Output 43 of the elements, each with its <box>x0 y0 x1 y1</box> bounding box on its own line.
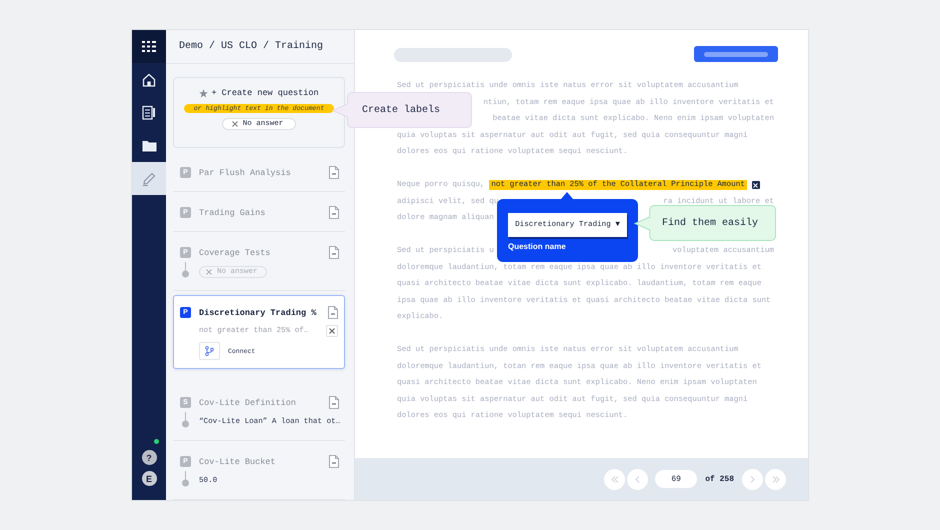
double-chevron-left-icon <box>610 476 619 482</box>
question-title: Coverage Tests <box>199 248 272 258</box>
question-title: Trading Gains <box>199 208 266 218</box>
close-icon <box>329 328 335 334</box>
menu-button[interactable] <box>132 30 166 63</box>
close-icon <box>232 121 238 127</box>
question-title: Discretionary Trading % <box>199 308 318 318</box>
connect-button[interactable] <box>199 342 220 360</box>
document-icon <box>329 396 339 409</box>
connector-line <box>182 470 189 486</box>
field-label: Question name <box>508 242 567 251</box>
star-icon <box>199 88 208 98</box>
folder-icon <box>142 140 156 152</box>
clear-button[interactable] <box>326 324 338 336</box>
document-icon <box>329 455 339 468</box>
question-title: Cov-Lite Bucket <box>199 456 277 466</box>
avatar[interactable]: E <box>142 471 156 486</box>
connector-line <box>182 412 189 428</box>
question-title: Par Flush Analysis <box>199 168 292 178</box>
pen-icon <box>142 172 156 186</box>
close-icon <box>206 268 212 274</box>
page-total: of 258 <box>705 474 734 484</box>
chevron-right-icon <box>750 476 755 482</box>
menu-icon <box>142 41 156 52</box>
double-chevron-right-icon <box>772 476 780 482</box>
page-input[interactable]: 69 <box>655 470 698 488</box>
remove-highlight-button[interactable] <box>752 181 760 190</box>
document-icon <box>329 166 339 179</box>
clipboard-icon <box>142 105 156 120</box>
help-button[interactable]: ? <box>142 450 156 465</box>
breadcrumb: Demo / US CLO / Training <box>179 41 324 52</box>
home-icon <box>142 72 156 86</box>
callout: Find them easily <box>634 205 776 241</box>
connector-line <box>182 262 189 278</box>
document-icon <box>329 206 339 219</box>
create-question-button[interactable]: + Create new question <box>199 87 319 99</box>
document-icon <box>329 246 339 259</box>
document-icon <box>328 306 338 319</box>
question-title: Cov-Lite Definition <box>199 398 297 408</box>
close-icon <box>753 182 758 188</box>
callout: Create labels <box>332 92 472 128</box>
branch-icon <box>205 346 214 356</box>
chevron-left-icon <box>635 476 640 482</box>
